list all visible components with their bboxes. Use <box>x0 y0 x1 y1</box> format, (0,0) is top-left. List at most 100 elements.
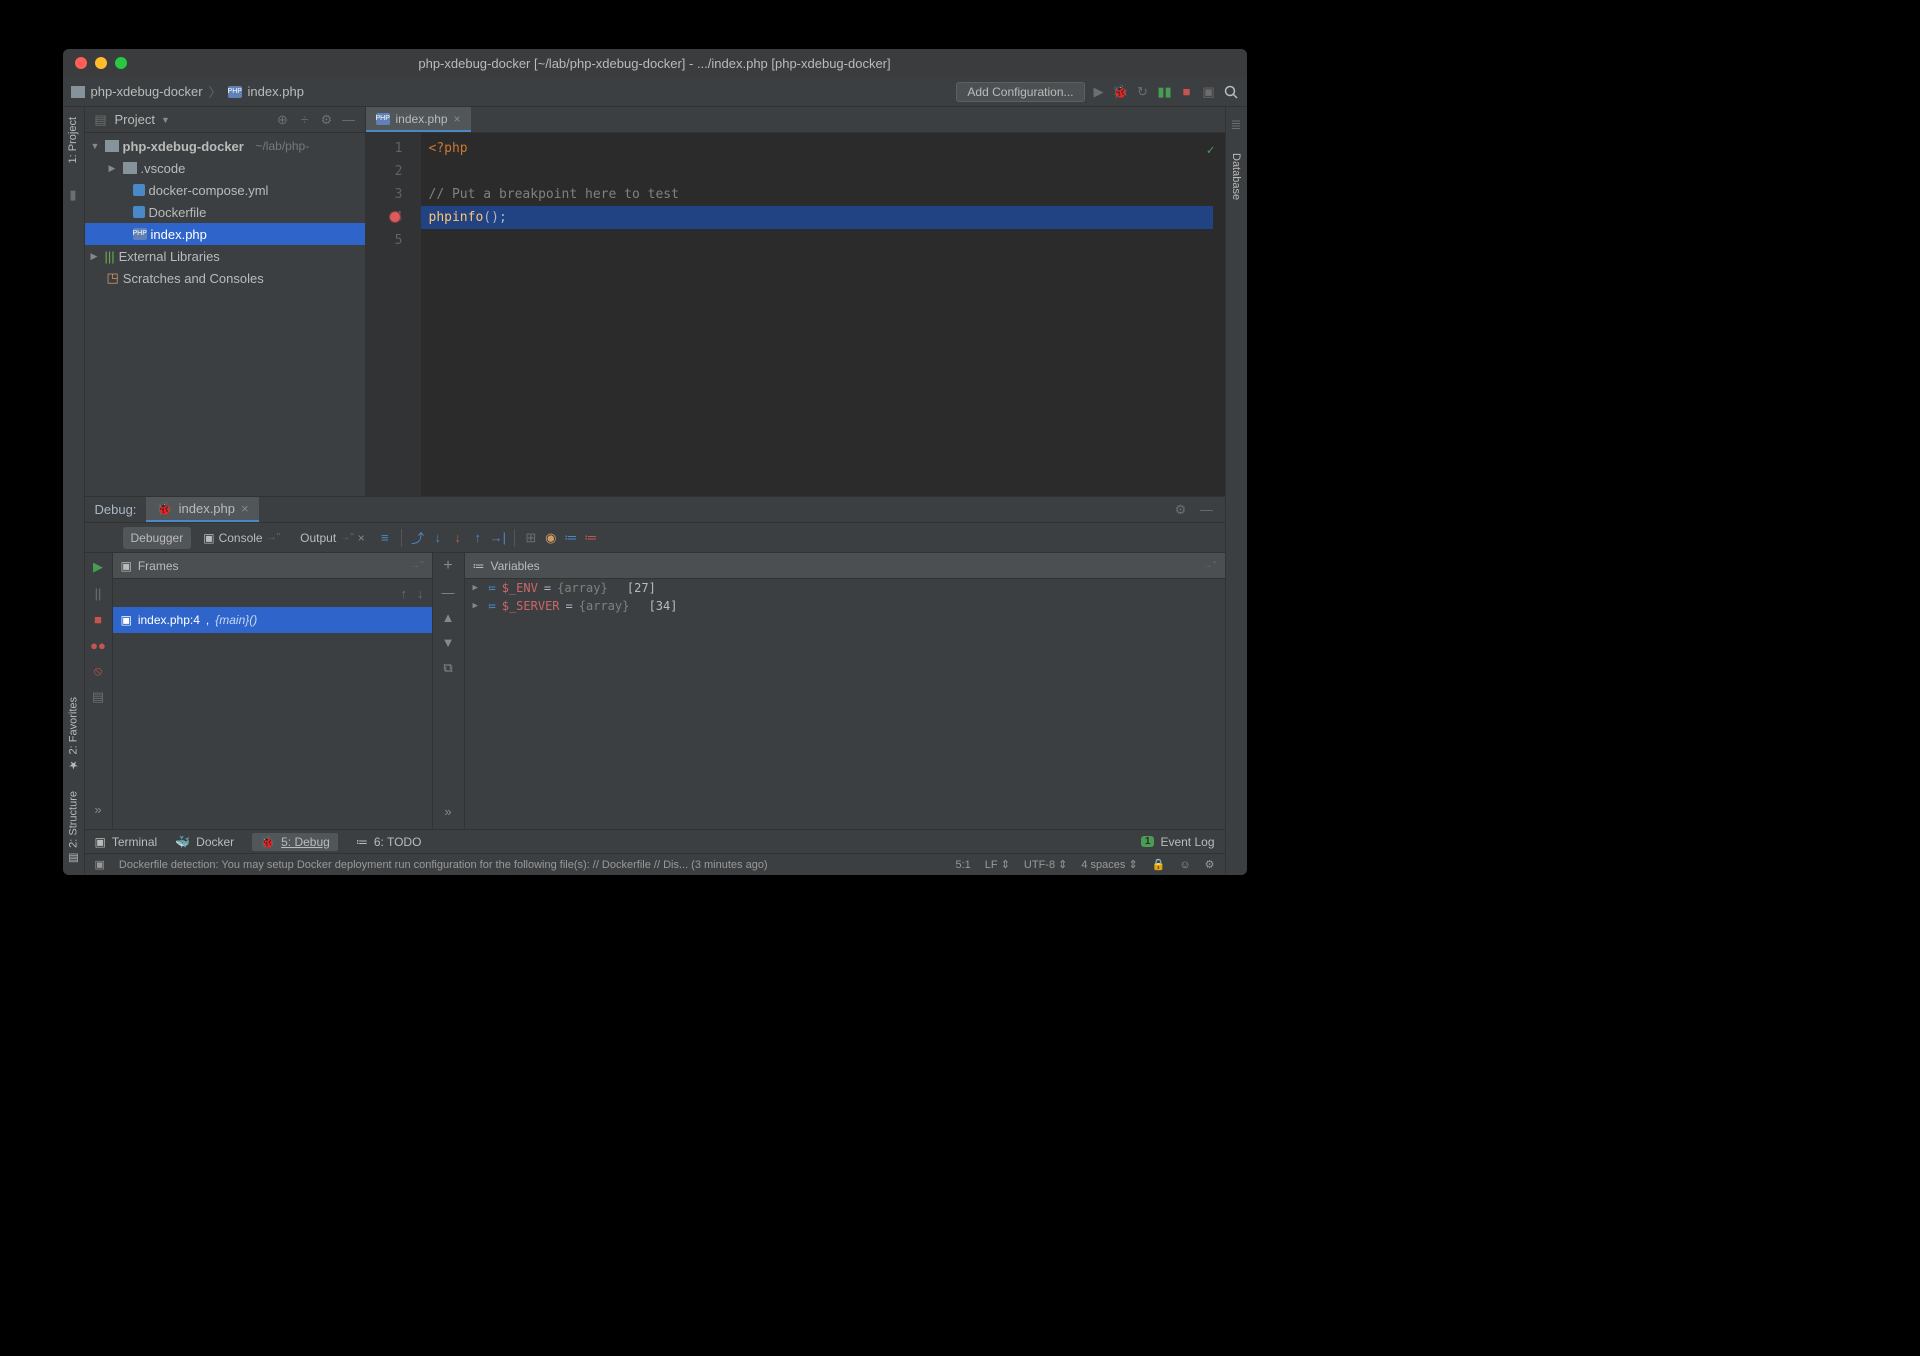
gutter[interactable]: 123 4 5 <box>366 133 421 496</box>
tree-root[interactable]: ▼ php-xdebug-docker ~/lab/php- <box>85 135 365 157</box>
variable-env[interactable]: ▶≔ $_ENV = {array} [27] <box>465 579 1225 597</box>
prev-frame-icon[interactable]: ↑ <box>401 586 408 601</box>
editor-tab-index[interactable]: PHP index.php × <box>366 107 471 132</box>
structure-tool-button[interactable]: ▤2: Structure <box>67 791 80 865</box>
debug-action-rail: ▶ || ■ ●● ⦸ ▤ » <box>85 553 113 829</box>
database-icon[interactable]: ≣ <box>1228 117 1244 133</box>
step-into-icon[interactable]: ↓ <box>430 530 446 546</box>
upper-split: ▤ Project ▼ ⊕ ÷ ⚙ — ▼ php-xdebug-docker … <box>85 107 1225 497</box>
breakpoint-icon[interactable] <box>389 211 401 223</box>
more-icon[interactable]: » <box>94 802 101 817</box>
tree-scratches[interactable]: ◳ Scratches and Consoles <box>85 267 365 289</box>
docker-icon <box>133 206 145 218</box>
watches-icon[interactable]: ≔ <box>563 530 579 546</box>
code-content[interactable]: <?php // Put a breakpoint here to test p… <box>421 133 1225 496</box>
output-tab[interactable]: Output→"× <box>292 527 373 549</box>
mute-breakpoints-icon[interactable]: ⦸ <box>90 663 106 679</box>
add-watch-icon[interactable]: + <box>443 557 452 575</box>
titlebar: php-xdebug-docker [~/lab/php-xdebug-dock… <box>63 49 1247 77</box>
step-over-icon[interactable]: ⤴ <box>410 530 426 546</box>
encoding[interactable]: UTF-8 ⇕ <box>1024 858 1067 871</box>
evaluate-icon[interactable]: ⊞ <box>523 530 539 546</box>
hide-icon[interactable]: — <box>341 112 357 128</box>
down-icon[interactable]: ▼ <box>442 635 455 650</box>
hide-icon[interactable]: — <box>1199 502 1215 518</box>
folder-icon <box>123 162 137 174</box>
favorites-tool-button[interactable]: ★2: Favorites <box>67 697 80 771</box>
pause-icon[interactable]: || <box>90 585 106 601</box>
php-icon: PHP <box>133 228 147 240</box>
minimize-window[interactable] <box>95 57 107 69</box>
project-tool-button[interactable]: 1: Project <box>67 117 79 163</box>
new-watch-icon[interactable]: ≔ <box>583 530 599 546</box>
frames-icon: ▣ <box>121 559 132 573</box>
gear-icon[interactable]: ⚙ <box>319 112 335 128</box>
next-frame-icon[interactable]: ↓ <box>417 586 424 601</box>
breadcrumb[interactable]: php-xdebug-docker 〉 PHP index.php <box>71 82 304 101</box>
trace-icon[interactable]: ◉ <box>543 530 559 546</box>
debug-toolbar: Debugger ▣Console→" Output→"× ≡ ⤴ ↓ ↓ ↑ … <box>85 523 1225 553</box>
todo-tab[interactable]: ≔6: TODO <box>356 835 422 849</box>
indent[interactable]: 4 spaces ⇕ <box>1081 858 1137 871</box>
terminal-icon: ▣ <box>95 835 106 849</box>
close-window[interactable] <box>75 57 87 69</box>
remove-watch-icon[interactable]: — <box>442 585 455 600</box>
tree-external-libs[interactable]: ▶||| External Libraries <box>85 245 365 267</box>
todo-icon: ≔ <box>356 835 368 849</box>
event-log-tab[interactable]: 1Event Log <box>1141 835 1215 849</box>
footer-tool-tabs: ▣Terminal 🐳Docker 🐞5: Debug ≔6: TODO 1Ev… <box>85 829 1225 853</box>
debug-icon[interactable]: 🐞 <box>1113 84 1129 100</box>
gear-icon[interactable]: ⚙ <box>1173 502 1189 518</box>
resume-icon[interactable]: ▶ <box>90 559 106 575</box>
layout-icon[interactable]: ▤ <box>90 689 106 705</box>
run-to-cursor-icon[interactable]: →| <box>490 530 506 546</box>
run-icon[interactable]: ▶ <box>1091 84 1107 100</box>
stop-icon[interactable]: ■ <box>90 611 106 627</box>
close-icon[interactable]: × <box>454 112 461 126</box>
inspection-ok-icon[interactable]: ✓ <box>1207 139 1215 162</box>
tree-file-dockerfile[interactable]: Dockerfile <box>85 201 365 223</box>
line-ending[interactable]: LF ⇕ <box>985 858 1010 871</box>
more-icon[interactable]: » <box>444 804 451 819</box>
coverage-icon[interactable]: ↻ <box>1135 84 1151 100</box>
status-message[interactable]: Dockerfile detection: You may setup Dock… <box>119 859 942 871</box>
add-configuration-button[interactable]: Add Configuration... <box>956 82 1084 102</box>
stop-icon[interactable]: ■ <box>1179 84 1195 100</box>
expand-icon[interactable]: ÷ <box>297 112 313 128</box>
view-mode-icon[interactable]: ▤ <box>93 112 109 128</box>
variable-server[interactable]: ▶≔ $_SERVER = {array} [34] <box>465 597 1225 615</box>
bookmarks-icon[interactable]: ▮ <box>65 187 81 203</box>
debug-session-tab[interactable]: 🐞 index.php × <box>146 497 258 522</box>
show-execution-icon[interactable]: ≡ <box>377 530 393 546</box>
php-icon: PHP <box>228 86 242 98</box>
debugger-tab[interactable]: Debugger <box>123 527 192 549</box>
search-icon[interactable] <box>1223 84 1239 100</box>
view-breakpoints-icon[interactable]: ●● <box>90 637 106 653</box>
tree-file-index[interactable]: PHP index.php <box>85 223 365 245</box>
cursor-position[interactable]: 5:1 <box>956 859 971 871</box>
console-tab[interactable]: ▣Console→" <box>195 527 288 549</box>
close-icon[interactable]: × <box>241 501 249 516</box>
inspector-icon[interactable]: ☺ <box>1179 859 1190 871</box>
stack-frame[interactable]: ▣ index.php:4, {main}() <box>113 607 432 633</box>
database-tool-button[interactable]: Database <box>1230 153 1242 200</box>
variables-icon: ≔ <box>473 559 485 573</box>
profile-icon[interactable]: ▮▮ <box>1157 84 1173 100</box>
force-step-into-icon[interactable]: ↓ <box>450 530 466 546</box>
project-tree: ▼ php-xdebug-docker ~/lab/php- ▶ .vscode… <box>85 133 365 496</box>
copy-icon[interactable]: ⧉ <box>443 660 452 676</box>
docker-tab[interactable]: 🐳Docker <box>175 835 234 849</box>
maximize-window[interactable] <box>115 57 127 69</box>
settings-icon[interactable]: ⚙ <box>1205 858 1215 871</box>
debug-tab[interactable]: 🐞5: Debug <box>252 833 338 851</box>
code-area[interactable]: 123 4 5 <?php // Put a breakpoint here t… <box>366 133 1225 496</box>
terminal-tab[interactable]: ▣Terminal <box>95 835 158 849</box>
tree-folder-vscode[interactable]: ▶ .vscode <box>85 157 365 179</box>
tree-file-compose[interactable]: docker-compose.yml <box>85 179 365 201</box>
run-anything-icon[interactable]: ▣ <box>1201 84 1217 100</box>
lock-icon[interactable]: 🔒 <box>1152 858 1166 871</box>
up-icon[interactable]: ▲ <box>442 610 455 625</box>
tool-window-icon[interactable]: ▣ <box>95 858 105 871</box>
step-out-icon[interactable]: ↑ <box>470 530 486 546</box>
locate-icon[interactable]: ⊕ <box>275 112 291 128</box>
